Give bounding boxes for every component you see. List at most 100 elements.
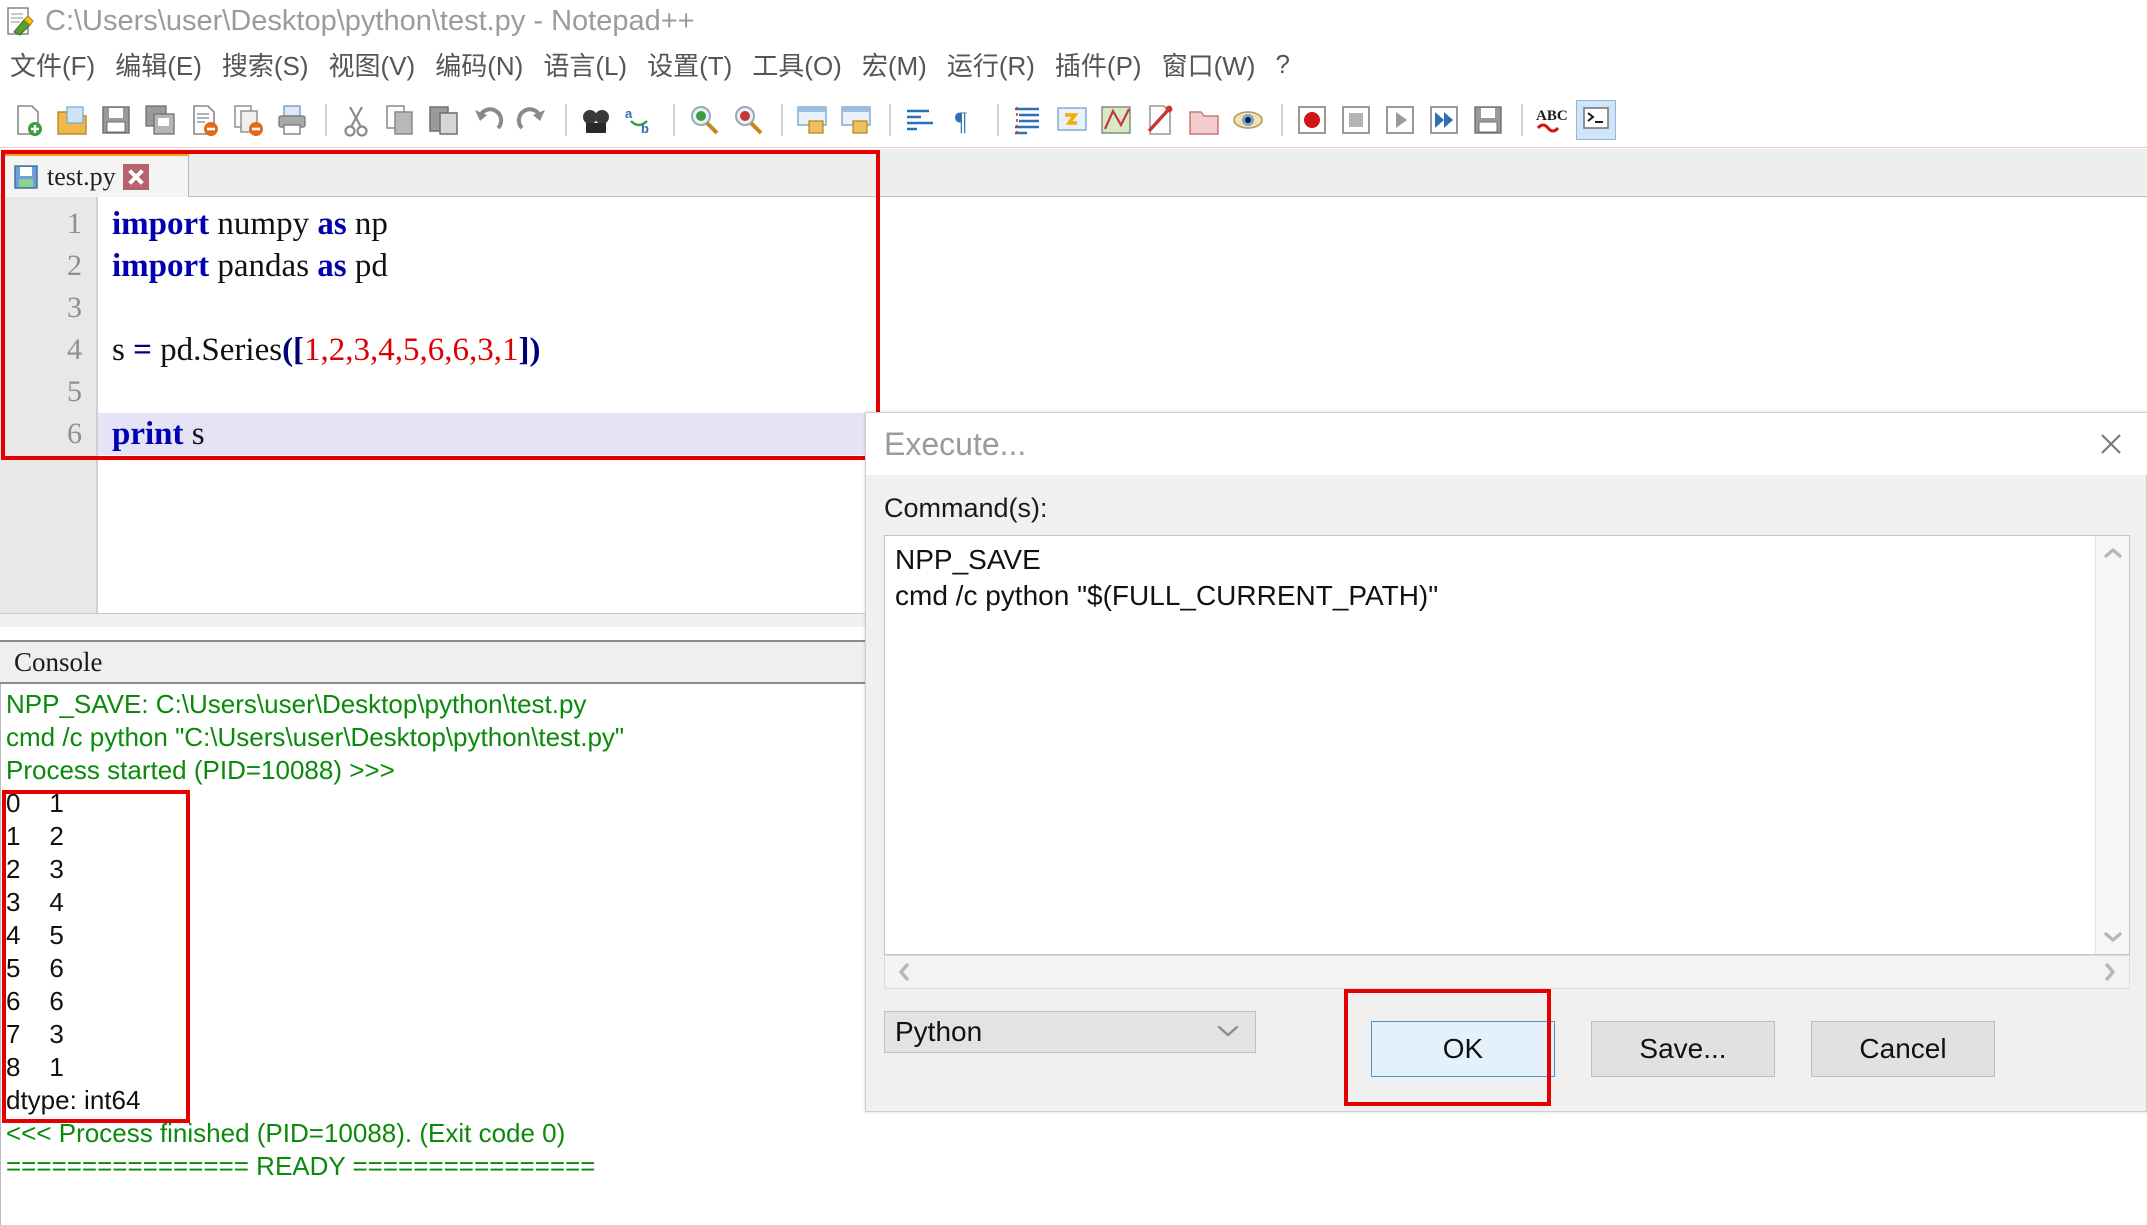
line-number: 5 [67, 375, 82, 408]
dialog-titlebar: Execute... [866, 413, 2147, 475]
line-number: 4 [67, 333, 82, 366]
code-line: print s [112, 416, 205, 452]
current-line-highlight [98, 413, 880, 455]
show-all-characters-icon[interactable]: ¶ [944, 100, 984, 140]
save-macro-icon[interactable] [1468, 100, 1508, 140]
menu-language[interactable]: 语言(L) [543, 46, 627, 83]
console-line: 3 4 [6, 887, 64, 917]
command-textarea[interactable]: NPP_SAVE cmd /c python "$(FULL_CURRENT_PA… [884, 535, 2130, 955]
redo-icon[interactable] [512, 100, 552, 140]
menu-view[interactable]: 视图(V) [329, 46, 416, 83]
toolbar-separator [565, 103, 567, 136]
copy-icon[interactable] [380, 100, 420, 140]
zoom-in-icon[interactable] [684, 100, 724, 140]
menu-edit[interactable]: 编辑(E) [115, 46, 202, 83]
record-macro-icon[interactable] [1292, 100, 1332, 140]
svg-text:b: b [641, 121, 649, 136]
cut-icon[interactable] [336, 100, 376, 140]
save-button[interactable]: Save... [1591, 1021, 1775, 1077]
new-file-icon[interactable] [8, 100, 48, 140]
chevron-down-icon[interactable] [2096, 920, 2130, 954]
console-output[interactable]: NPP_SAVE: C:\Users\user\Desktop\python\t… [0, 684, 880, 1225]
zoom-out-icon[interactable] [728, 100, 768, 140]
menu-run[interactable]: 运行(R) [947, 46, 1035, 83]
line-number: 1 [67, 207, 82, 240]
show-document-map-icon[interactable] [1096, 100, 1136, 140]
show-function-list-icon[interactable] [1140, 100, 1180, 140]
open-file-icon[interactable] [52, 100, 92, 140]
undo-icon[interactable] [468, 100, 508, 140]
commands-label: Command(s): [884, 493, 1048, 523]
console-line: 4 5 [6, 920, 64, 950]
menu-settings[interactable]: 设置(T) [647, 46, 732, 83]
console-line: dtype: int64 [6, 1085, 141, 1115]
chevron-up-icon[interactable] [2096, 536, 2130, 570]
stop-recording-icon[interactable] [1336, 100, 1376, 140]
ok-button[interactable]: OK [1371, 1021, 1555, 1077]
console-line: 8 1 [6, 1052, 64, 1082]
paste-icon[interactable] [424, 100, 464, 140]
close-tab-icon[interactable] [122, 163, 149, 190]
toolbar-separator [1521, 103, 1523, 136]
tab-test-py[interactable]: test.py [4, 152, 189, 197]
cancel-button[interactable]: Cancel [1811, 1021, 1995, 1077]
toolbar-separator [889, 103, 891, 136]
run-macro-multiple-icon[interactable] [1424, 100, 1464, 140]
menu-file[interactable]: 文件(F) [10, 46, 95, 83]
save-all-icon[interactable] [140, 100, 180, 140]
monitoring-icon[interactable] [1228, 100, 1268, 140]
command-line: cmd /c python "$(FULL_CURRENT_PATH)" [895, 580, 1439, 611]
find-icon[interactable] [576, 100, 616, 140]
console-line: ================ READY ================ [6, 1151, 596, 1181]
dialog-title: Execute... [884, 425, 1027, 462]
console-line: 2 3 [6, 854, 64, 884]
replace-icon[interactable]: ab [620, 100, 660, 140]
sync-horizontal-scroll-icon[interactable] [836, 100, 876, 140]
close-icon[interactable] [2074, 413, 2147, 475]
indent-guide-icon[interactable] [1008, 100, 1048, 140]
print-icon[interactable] [272, 100, 312, 140]
console-line: 5 6 [6, 953, 64, 983]
play-macro-icon[interactable] [1380, 100, 1420, 140]
language-dropdown[interactable]: Python [884, 1011, 1256, 1053]
user-defined-dialog-icon[interactable] [1052, 100, 1092, 140]
console-panel-header: Console [0, 640, 880, 684]
code-editor[interactable]: 1 2 3 4 5 6 import numpy as np import pandas a… [0, 197, 880, 627]
spell-check-icon[interactable]: ABC [1532, 100, 1572, 140]
sync-vertical-scroll-icon[interactable] [792, 100, 832, 140]
console-toggle-icon[interactable] [1576, 99, 1616, 140]
menu-search[interactable]: 搜索(S) [222, 46, 309, 83]
console-line: 7 3 [6, 1019, 64, 1049]
toolbar-separator [325, 103, 327, 136]
close-file-icon[interactable] [184, 100, 224, 140]
code-line: import pandas as pd [112, 248, 388, 284]
console-title: Console [14, 646, 103, 677]
save-icon[interactable] [96, 100, 136, 140]
close-all-icon[interactable] [228, 100, 268, 140]
chevron-left-icon[interactable] [887, 956, 921, 988]
code-line: import numpy as np [112, 206, 388, 242]
chevron-right-icon[interactable] [2093, 956, 2127, 988]
console-line: Process started (PID=10088) >>> [6, 755, 395, 785]
word-wrap-icon[interactable] [900, 100, 940, 140]
tab-bar: test.py [0, 149, 2147, 197]
toolbar-separator [673, 103, 675, 136]
code-line: s = pd.Series([1,2,3,4,5,6,6,3,1]) [112, 332, 541, 368]
console-line: 1 2 [6, 821, 64, 851]
menu-bar: 文件(F) 编辑(E) 搜索(S) 视图(V) 编码(N) 语言(L) 设置(T) 工具(O)… [0, 42, 2147, 86]
menu-encoding[interactable]: 编码(N) [435, 46, 523, 83]
menu-tools[interactable]: 工具(O) [752, 46, 842, 83]
menu-window[interactable]: 窗口(W) [1162, 46, 1256, 83]
console-line: NPP_SAVE: C:\Users\user\Desktop\python\t… [6, 689, 587, 719]
menu-macro[interactable]: 宏(M) [862, 46, 927, 83]
window-titlebar: C:\Users\user\Desktop\python\test.py - N… [0, 0, 2147, 42]
show-folder-as-workspace-icon[interactable] [1184, 100, 1224, 140]
tab-label: test.py [47, 161, 116, 191]
menu-plugins[interactable]: 插件(P) [1055, 46, 1142, 83]
toolbar-separator [997, 103, 999, 136]
command-horizontal-scrollbar[interactable] [884, 955, 2130, 989]
notepad-plus-plus-icon [6, 6, 36, 36]
command-vertical-scrollbar[interactable] [2095, 536, 2129, 954]
menu-help[interactable]: ? [1275, 49, 1289, 80]
editor-horizontal-scrollbar[interactable] [0, 613, 880, 627]
